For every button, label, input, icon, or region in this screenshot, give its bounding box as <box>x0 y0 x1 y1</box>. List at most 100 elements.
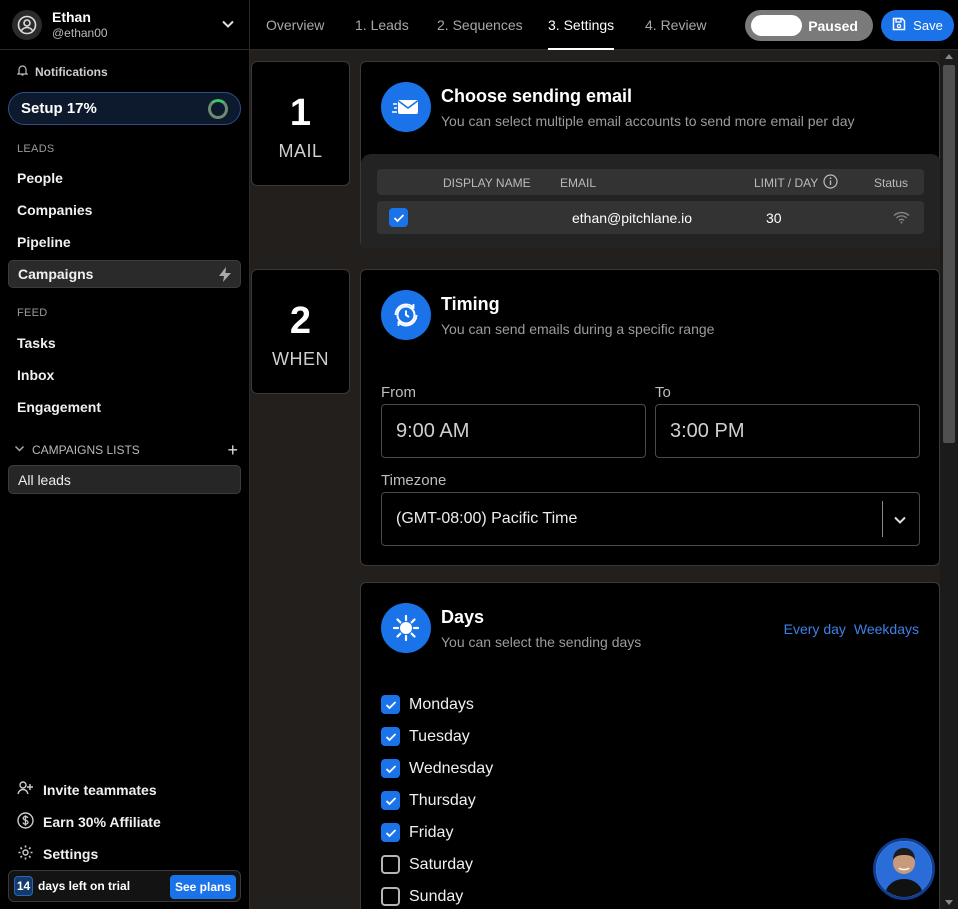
see-plans-button[interactable]: See plans <box>169 875 236 899</box>
scrollbar-thumb[interactable] <box>943 65 955 443</box>
scroll-down-arrow-icon[interactable] <box>945 900 953 905</box>
timezone-label: Timezone <box>381 472 447 489</box>
day-option[interactable]: Sunday <box>381 887 463 906</box>
day-label: Thursday <box>409 791 476 809</box>
select-divider <box>882 501 883 537</box>
save-button[interactable]: Save <box>881 10 954 41</box>
from-time-input[interactable]: 9:00 AM <box>381 404 646 458</box>
to-time-input[interactable]: 3:00 PM <box>655 404 920 458</box>
day-option[interactable]: Friday <box>381 823 453 842</box>
column-email: EMAIL <box>560 176 597 190</box>
tab-settings[interactable]: 3. Settings <box>548 0 615 50</box>
campaigns-lists-label: CAMPAIGNS LISTS <box>32 443 140 457</box>
list-item-label: All leads <box>18 471 71 488</box>
timezone-select[interactable]: (GMT-08:00) Pacific Time <box>381 492 920 546</box>
dollar-icon <box>17 812 34 832</box>
tab-overview[interactable]: Overview <box>266 0 324 50</box>
sidebar-item-label: Inbox <box>17 367 55 383</box>
tab-sequences[interactable]: 2. Sequences <box>437 0 523 50</box>
bolt-icon <box>219 267 231 285</box>
setup-label: Setup 17% <box>21 100 97 117</box>
campaign-status-toggle[interactable]: Paused <box>745 10 873 41</box>
sidebar-item-engagement[interactable]: Engagement <box>8 393 241 421</box>
chevron-down-icon <box>14 443 25 457</box>
table-row[interactable]: ethan@pitchlane.io 30 <box>377 201 924 234</box>
weekdays-link[interactable]: Weekdays <box>854 621 919 637</box>
toggle-knob <box>751 15 802 36</box>
tab-review[interactable]: 4. Review <box>645 0 706 50</box>
day-option[interactable]: Tuesday <box>381 727 470 746</box>
user-menu[interactable]: Ethan @ethan00 <box>0 0 249 50</box>
checkbox-unchecked-icon[interactable] <box>381 887 400 906</box>
sidebar-item-label: Tasks <box>17 335 56 351</box>
step-number: 2 <box>289 300 312 342</box>
affiliate-link[interactable]: Earn 30% Affiliate <box>17 812 161 832</box>
day-option[interactable]: Wednesday <box>381 759 493 778</box>
campaigns-lists-toggle[interactable]: CAMPAIGNS LISTS + <box>14 440 241 460</box>
card-title: Timing <box>441 294 500 314</box>
day-label: Wednesday <box>409 759 494 777</box>
email-accounts-table: DISPLAY NAME EMAIL LIMIT / DAY Status et… <box>361 154 941 248</box>
status-label: Paused <box>808 18 858 34</box>
row-checkbox[interactable] <box>389 208 408 227</box>
step-mail: 1 MAIL <box>251 61 350 186</box>
settings-link[interactable]: Settings <box>17 844 98 864</box>
affiliate-label: Earn 30% Affiliate <box>43 814 161 830</box>
tab-leads[interactable]: 1. Leads <box>355 0 409 50</box>
step-number: 1 <box>289 92 312 134</box>
scrollbar[interactable] <box>940 50 958 909</box>
day-option[interactable]: Thursday <box>381 791 476 810</box>
invite-teammates-link[interactable]: Invite teammates <box>17 780 157 799</box>
checkbox-checked-icon[interactable] <box>381 727 400 746</box>
info-icon[interactable] <box>823 174 838 192</box>
sidebar-item-people[interactable]: People <box>8 164 241 192</box>
card-title: Choose sending email <box>441 86 633 106</box>
cell-limit: 30 <box>766 210 782 226</box>
save-icon <box>892 17 906 34</box>
email-icon <box>381 82 431 132</box>
step-when: 2 WHEN <box>251 269 350 394</box>
scroll-up-arrow-icon[interactable] <box>945 54 953 59</box>
feed-section-label: FEED <box>17 307 48 319</box>
day-label: Saturday <box>409 855 474 873</box>
clock-icon <box>381 290 431 340</box>
sidebar-item-label: Engagement <box>17 399 102 415</box>
timezone-value: (GMT-08:00) Pacific Time <box>396 510 578 527</box>
checkbox-checked-icon[interactable] <box>381 791 400 810</box>
user-handle: @ethan00 <box>52 25 108 40</box>
sidebar: Ethan @ethan00 Notifications Setup 17% L… <box>0 0 250 909</box>
add-list-icon[interactable]: + <box>227 440 238 461</box>
support-chat-avatar[interactable] <box>873 838 935 900</box>
card-title: Days <box>441 607 485 627</box>
every-day-link[interactable]: Every day <box>784 621 846 637</box>
setup-progress-button[interactable]: Setup 17% <box>8 92 241 125</box>
sidebar-item-tasks[interactable]: Tasks <box>8 329 241 357</box>
checkbox-checked-icon[interactable] <box>381 759 400 778</box>
card-subtitle: You can select multiple email accounts t… <box>441 113 855 129</box>
checkbox-unchecked-icon[interactable] <box>381 855 400 874</box>
from-value: 9:00 AM <box>396 419 470 442</box>
checkbox-checked-icon[interactable] <box>381 695 400 714</box>
checkbox-checked-icon[interactable] <box>381 823 400 842</box>
sending-email-card: Choose sending email You can select mult… <box>360 61 941 248</box>
sidebar-item-pipeline[interactable]: Pipeline <box>8 228 241 256</box>
trial-days-badge: 14 <box>14 876 33 896</box>
progress-ring-icon <box>208 99 228 119</box>
sidebar-item-companies[interactable]: Companies <box>8 196 241 224</box>
day-option[interactable]: Saturday <box>381 855 473 874</box>
sidebar-item-campaigns[interactable]: Campaigns <box>8 260 241 288</box>
list-item-all-leads[interactable]: All leads <box>8 465 241 494</box>
gear-icon <box>17 844 34 864</box>
add-user-icon <box>17 780 34 799</box>
sidebar-item-label: Companies <box>17 202 93 218</box>
column-limit: LIMIT / DAY <box>754 176 819 190</box>
step-label: MAIL <box>278 141 323 161</box>
wifi-icon <box>893 211 910 227</box>
day-label: Friday <box>409 823 454 841</box>
chevron-down-icon[interactable] <box>221 17 235 36</box>
day-option[interactable]: Mondays <box>381 695 474 714</box>
day-label: Tuesday <box>409 727 470 745</box>
notifications-link[interactable]: Notifications <box>16 64 108 79</box>
invite-label: Invite teammates <box>43 781 157 798</box>
sidebar-item-inbox[interactable]: Inbox <box>8 361 241 389</box>
